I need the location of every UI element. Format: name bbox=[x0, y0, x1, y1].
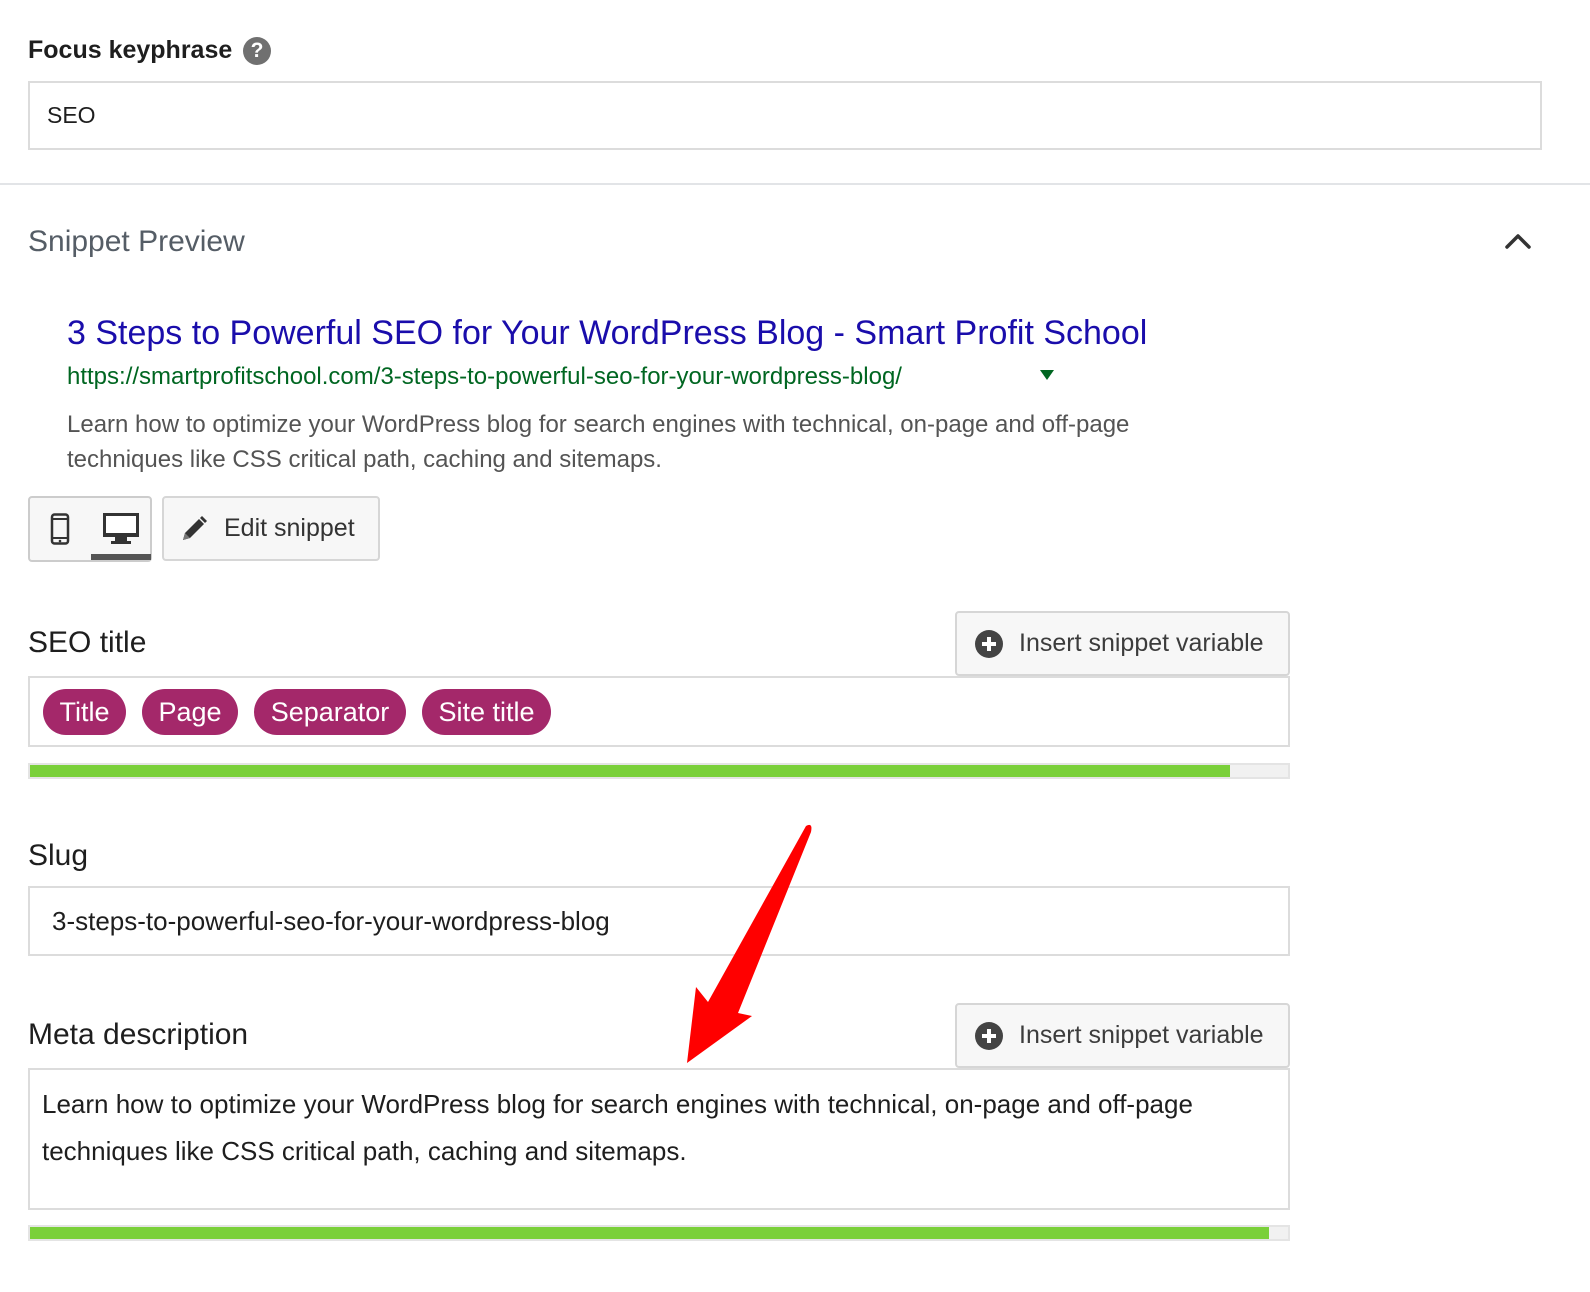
variable-pill-page[interactable]: Page bbox=[142, 689, 238, 735]
variable-pill-separator[interactable]: Separator bbox=[254, 689, 406, 735]
mobile-preview-button[interactable] bbox=[30, 498, 90, 560]
variable-pill-title[interactable]: Title bbox=[43, 689, 126, 735]
seo-title-progress bbox=[28, 763, 1290, 779]
edit-snippet-button[interactable]: Edit snippet bbox=[162, 496, 380, 561]
plus-circle-icon bbox=[975, 629, 1003, 658]
url-dropdown-caret-icon bbox=[1040, 370, 1054, 380]
active-mode-indicator bbox=[91, 554, 151, 560]
serp-url: https://smartprofitschool.com/3-steps-to… bbox=[67, 363, 902, 390]
variable-pill-site-title[interactable]: Site title bbox=[422, 689, 551, 735]
serp-title[interactable]: 3 Steps to Powerful SEO for Your WordPre… bbox=[67, 314, 1147, 353]
slug-label: Slug bbox=[28, 839, 89, 872]
desktop-preview-button[interactable] bbox=[90, 498, 151, 560]
insert-snippet-variable-label: Insert snippet variable bbox=[1019, 1021, 1264, 1049]
desktop-icon bbox=[102, 513, 139, 544]
insert-snippet-variable-button-title[interactable]: Insert snippet variable bbox=[955, 611, 1290, 676]
slug-input[interactable]: 3-steps-to-powerful-seo-for-your-wordpre… bbox=[28, 886, 1290, 956]
seo-title-progress-fill bbox=[30, 765, 1231, 777]
focus-keyphrase-input[interactable]: SEO bbox=[28, 81, 1542, 150]
meta-description-label: Meta description bbox=[28, 1018, 249, 1051]
pencil-icon bbox=[183, 515, 207, 540]
serp-description: Learn how to optimize your WordPress blo… bbox=[67, 411, 1130, 473]
insert-snippet-variable-button-meta[interactable]: Insert snippet variable bbox=[955, 1003, 1290, 1068]
plus-circle-icon bbox=[975, 1021, 1003, 1050]
snippet-preview-heading: Snippet Preview bbox=[28, 225, 245, 258]
section-divider bbox=[0, 183, 1590, 185]
mobile-icon bbox=[50, 513, 70, 545]
meta-description-progress bbox=[28, 1225, 1290, 1241]
meta-description-input[interactable]: Learn how to optimize your WordPress blo… bbox=[28, 1068, 1290, 1210]
insert-snippet-variable-label: Insert snippet variable bbox=[1019, 629, 1264, 657]
meta-description-progress-fill bbox=[30, 1227, 1270, 1239]
help-icon[interactable]: ? bbox=[243, 37, 271, 65]
edit-snippet-label: Edit snippet bbox=[224, 514, 355, 542]
seo-title-label: SEO title bbox=[28, 626, 147, 659]
chevron-up-icon[interactable] bbox=[1501, 224, 1535, 258]
focus-keyphrase-label: Focus keyphrase bbox=[28, 36, 233, 64]
